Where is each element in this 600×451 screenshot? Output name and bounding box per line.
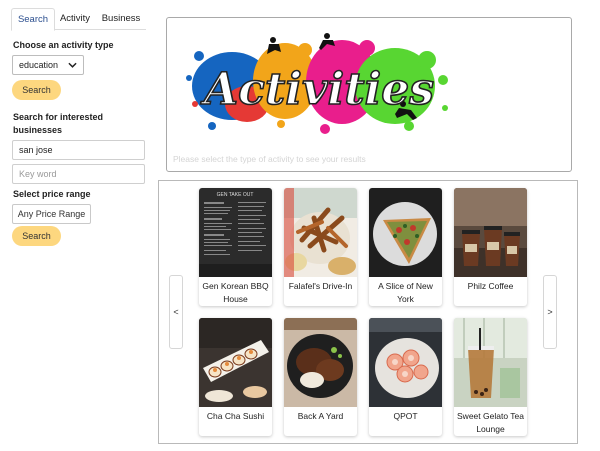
business-search-label: Search for interested businesses bbox=[13, 112, 104, 135]
svg-text:GEN TAKE OUT: GEN TAKE OUT bbox=[217, 192, 254, 198]
tab-activity[interactable]: Activity bbox=[57, 8, 93, 29]
carousel-prev-button[interactable]: < bbox=[169, 275, 183, 349]
business-card[interactable]: A Slice of New York bbox=[369, 188, 442, 306]
results-hint: Please select the type of activity to se… bbox=[173, 154, 366, 164]
activity-type-select[interactable]: education bbox=[12, 55, 84, 75]
sushi-photo bbox=[199, 318, 272, 407]
hotpot-photo bbox=[369, 318, 442, 407]
search-tabs: Search Activity Business bbox=[11, 8, 146, 31]
pizza-photo bbox=[369, 188, 442, 277]
activities-banner: Activities bbox=[186, 33, 448, 134]
business-name: QPOT bbox=[393, 411, 418, 421]
business-card[interactable]: Sweet Gelato Tea Lounge bbox=[454, 318, 527, 436]
milk-tea-photo bbox=[454, 318, 527, 407]
tab-business[interactable]: Business bbox=[101, 8, 141, 29]
results-panel: Activities Please select the type of act… bbox=[166, 17, 572, 172]
keyword-input[interactable] bbox=[12, 164, 145, 184]
business-card[interactable]: QPOT bbox=[369, 318, 442, 436]
business-carousel: < > GEN TAKE OUT Gen Korean BBQ House Fa… bbox=[158, 180, 578, 444]
business-name: Sweet Gelato Tea Lounge bbox=[457, 411, 524, 434]
carousel-next-button[interactable]: > bbox=[543, 275, 557, 349]
business-card[interactable]: Philz Coffee bbox=[454, 188, 527, 306]
business-name: Cha Cha Sushi bbox=[206, 411, 265, 421]
jerk-chicken-photo bbox=[284, 318, 357, 407]
business-name: Philz Coffee bbox=[467, 281, 514, 291]
tab-search[interactable]: Search bbox=[11, 8, 55, 31]
activity-type-label: Choose an activity type bbox=[13, 40, 114, 50]
business-name: A Slice of New York bbox=[378, 281, 433, 304]
business-card[interactable]: Falafel's Drive-In bbox=[284, 188, 357, 306]
price-range-button[interactable]: Any Price Range bbox=[12, 204, 91, 224]
business-name: Back A Yard bbox=[297, 411, 344, 421]
business-card[interactable]: GEN TAKE OUT Gen Korean BBQ House bbox=[199, 188, 272, 306]
chevron-down-icon bbox=[68, 62, 77, 68]
search-activity-button[interactable]: Search bbox=[12, 80, 61, 100]
price-range-label: Select price range bbox=[13, 189, 91, 199]
activity-type-value: education bbox=[19, 60, 59, 70]
coffee-photo bbox=[454, 188, 527, 277]
business-name: Gen Korean BBQ House bbox=[202, 281, 269, 304]
banner-title: Activities bbox=[200, 64, 434, 115]
search-business-button[interactable]: Search bbox=[12, 226, 61, 246]
business-card[interactable]: Back A Yard bbox=[284, 318, 357, 436]
business-card[interactable]: Cha Cha Sushi bbox=[199, 318, 272, 436]
business-name: Falafel's Drive-In bbox=[288, 281, 353, 291]
location-input[interactable] bbox=[12, 140, 145, 160]
menu-photo: GEN TAKE OUT bbox=[199, 188, 272, 277]
fries-photo bbox=[284, 188, 357, 277]
